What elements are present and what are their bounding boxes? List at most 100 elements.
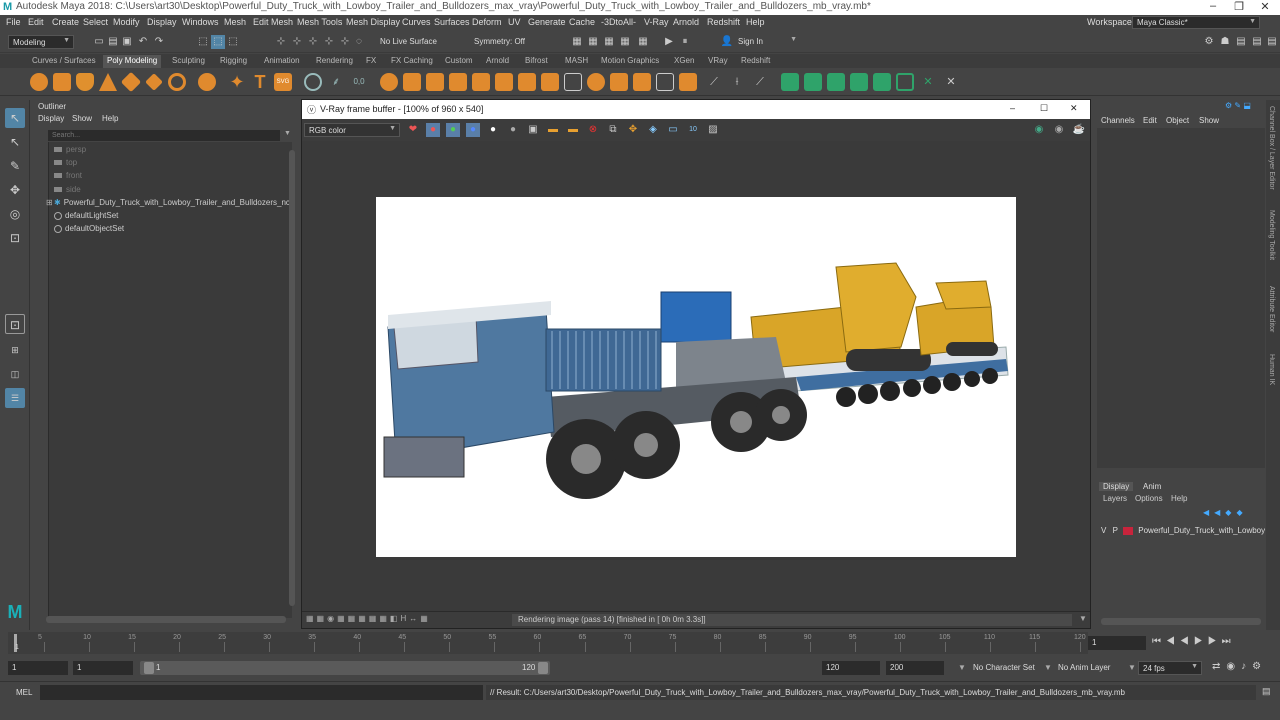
channel-menu-object[interactable]: Object — [1166, 116, 1189, 125]
sign-in-button[interactable]: Sign In ▼ — [734, 35, 800, 49]
outliner-item-side[interactable]: side — [54, 185, 81, 194]
alpha-channel-icon[interactable]: ● — [486, 123, 500, 137]
combine-icon[interactable] — [380, 73, 398, 91]
menu-modify[interactable]: Modify — [113, 17, 140, 27]
workspace-dropdown[interactable]: Maya Classic* ▼ — [1132, 16, 1260, 29]
vfb-maximize-button[interactable]: ☐ — [1040, 103, 1048, 114]
menu-curves[interactable]: Curves — [402, 17, 431, 27]
auto-map-icon[interactable] — [873, 73, 891, 91]
slide-edge-icon[interactable]: ⟋ — [751, 73, 769, 91]
layer-menu-options[interactable]: Options — [1135, 494, 1163, 503]
menu-arnold[interactable]: Arnold — [673, 17, 699, 27]
uv-icon[interactable]: 0,0 — [350, 73, 368, 91]
save-image-icon[interactable]: ▣ — [526, 123, 540, 137]
multi-cut-icon[interactable]: ⸙ — [327, 73, 345, 91]
shelf-tab-sculpting[interactable]: Sculpting — [172, 56, 205, 65]
menu-edit[interactable]: Edit — [28, 17, 44, 27]
poly-cube-icon[interactable] — [53, 73, 71, 91]
layer-menu-help[interactable]: Help — [1171, 494, 1187, 503]
snap-curve-icon[interactable]: ⊹ — [290, 35, 304, 49]
mono-icon[interactable]: ● — [506, 123, 520, 137]
poly-sphere-icon[interactable] — [30, 73, 48, 91]
snap-point-icon[interactable]: ⊹ — [306, 35, 320, 49]
outliner-menu-help[interactable]: Help — [102, 114, 118, 123]
poly-torus-icon[interactable] — [120, 71, 142, 93]
new-scene-icon[interactable]: ▭ — [92, 35, 106, 49]
menu-create[interactable]: Create — [52, 17, 79, 27]
boolean-icon[interactable] — [449, 73, 467, 91]
menu-uv[interactable]: UV — [508, 17, 521, 27]
blue-channel-icon[interactable]: ● — [466, 123, 480, 137]
anim-layer-chevron-icon[interactable]: ▼ — [1044, 663, 1052, 672]
range-bar[interactable] — [140, 661, 550, 675]
snap-grid-icon[interactable]: ⊹ — [274, 35, 288, 49]
playback-start-field[interactable]: 1 — [73, 661, 133, 675]
shelf-tab-fx[interactable]: FX — [366, 56, 376, 65]
playback-end-field[interactable]: 120 — [822, 661, 880, 675]
cut-uv-icon[interactable]: ✕ — [942, 73, 960, 91]
scale-tool-icon[interactable]: ⊡ — [5, 228, 25, 248]
vfb-status-dropdown-icon[interactable]: ▼ — [1079, 614, 1087, 623]
channel-box-icon[interactable]: ▤ — [1265, 35, 1279, 49]
history-icon[interactable]: 10 — [686, 123, 700, 137]
close-button[interactable]: ✕ — [1252, 0, 1278, 15]
minimize-button[interactable]: – — [1200, 0, 1226, 15]
anim-layer-label[interactable]: No Anim Layer — [1058, 663, 1110, 672]
outliner-menu-display[interactable]: Display — [38, 114, 64, 123]
outliner-item-default-light-set[interactable]: defaultLightSet — [54, 211, 118, 220]
save-scene-icon[interactable]: ▣ — [120, 35, 134, 49]
menu-help[interactable]: Help — [746, 17, 765, 27]
snap-live-icon[interactable]: ⊹ — [338, 35, 352, 49]
modeling-toolkit-toggle-icon[interactable]: ⚙ — [1202, 35, 1216, 49]
two-view-layout-icon[interactable]: ◫ — [5, 364, 25, 384]
smooth-icon[interactable] — [426, 73, 444, 91]
fps-dropdown[interactable]: 24 fps ▼ — [1138, 661, 1202, 675]
outliner-item-persp[interactable]: persp — [54, 145, 86, 154]
vfb-close-button[interactable]: ✕ — [1070, 103, 1078, 114]
range-extra-icons[interactable]: ⇄◉♪⚙ — [1212, 661, 1267, 672]
select-component-icon[interactable]: ⬚ — [226, 35, 240, 49]
region-render-icon[interactable]: ◈ — [646, 123, 660, 137]
vfb-minimize-button[interactable]: – — [1010, 103, 1015, 113]
quadrangulate-icon[interactable] — [610, 73, 628, 91]
reduce-icon[interactable] — [587, 73, 605, 91]
ipr-icon[interactable]: ◉ — [1032, 123, 1046, 137]
fill-hole-icon[interactable] — [564, 73, 582, 91]
character-set-label[interactable]: No Character Set — [973, 663, 1035, 672]
outliner-layout-icon[interactable]: ☰ — [5, 388, 25, 408]
menu-windows[interactable]: Windows — [182, 17, 219, 27]
shelf-tab-curves-surfaces[interactable]: Curves / Surfaces — [32, 56, 96, 65]
shelf-tab-animation[interactable]: Animation — [264, 56, 300, 65]
layer-tab-anim[interactable]: Anim — [1143, 482, 1161, 491]
outliner-horizontal-scrollbar[interactable] — [46, 616, 286, 623]
layer-visibility-toggle[interactable]: V — [1101, 526, 1106, 535]
side-tab-attribute-editor[interactable]: Attribute Editor — [1268, 286, 1275, 332]
super-shape-icon[interactable]: ✦ — [228, 73, 246, 91]
offset-edge-loop-icon[interactable]: ⟊ — [728, 73, 746, 91]
shelf-tab-rendering[interactable]: Rendering — [316, 56, 353, 65]
shelf-tab-poly-modeling[interactable]: Poly Modeling — [103, 55, 162, 68]
fps-chevron-icon[interactable]: ▼ — [1128, 663, 1136, 672]
outliner-vertical-scrollbar[interactable] — [289, 150, 295, 606]
spherical-map-icon[interactable] — [850, 73, 868, 91]
duplicate-icon[interactable]: ⧉ — [606, 123, 620, 137]
cylindrical-map-icon[interactable] — [827, 73, 845, 91]
four-view-layout-icon[interactable]: ⊞ — [5, 340, 25, 360]
rgb-channels-icon[interactable]: ❤ — [406, 123, 420, 137]
render-last-icon[interactable]: ◉ — [1052, 123, 1066, 137]
mirror-icon[interactable] — [472, 73, 490, 91]
snap-view-plane-icon[interactable]: ⊹ — [322, 35, 336, 49]
menu-display[interactable]: Display — [147, 17, 177, 27]
move-tool-icon[interactable]: ✥ — [5, 180, 25, 200]
menu-redshift[interactable]: Redshift — [707, 17, 740, 27]
tool-settings-icon[interactable]: ▤ — [1250, 35, 1264, 49]
shelf-tab-bifrost[interactable]: Bifrost — [525, 56, 548, 65]
search-options-icon[interactable]: ▼ — [284, 130, 291, 137]
paint-select-icon[interactable]: ✎ — [5, 156, 25, 176]
layer-action-icons[interactable]: ◀◀◆◆ — [1203, 508, 1248, 517]
menu-select[interactable]: Select — [83, 17, 108, 27]
menu-mesh[interactable]: Mesh — [224, 17, 246, 27]
vfb-status-tool-icons[interactable]: ▦▦◉▦▦▦▦▦◧H↔▦ — [306, 614, 431, 623]
shelf-tab-xgen[interactable]: XGen — [674, 56, 694, 65]
shelf-tab-arnold[interactable]: Arnold — [486, 56, 509, 65]
